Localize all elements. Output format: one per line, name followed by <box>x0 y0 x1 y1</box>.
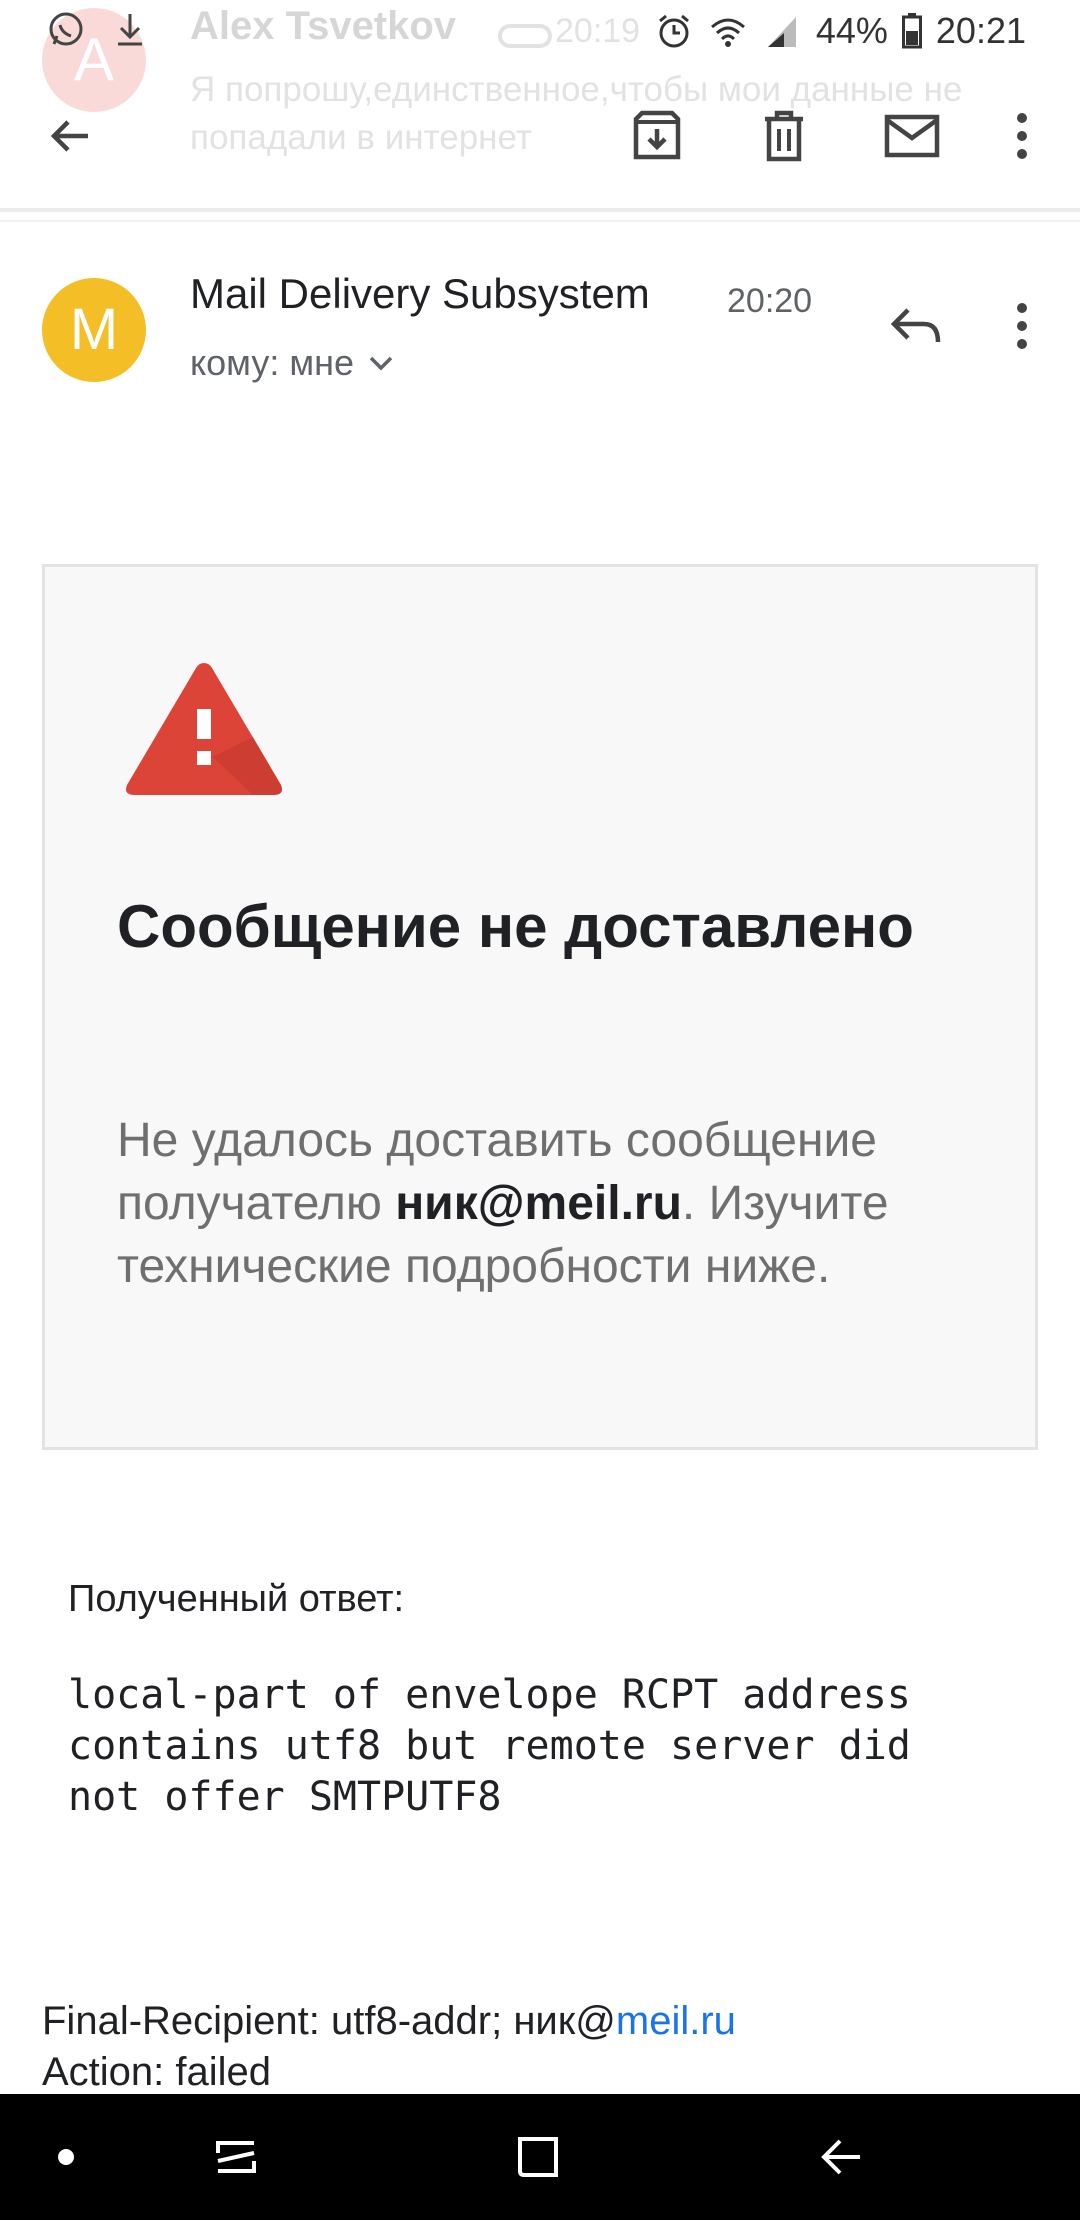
battery-percent: 44% <box>815 10 888 51</box>
final-recipient-line: Final-Recipient: utf8-addr; ник@meil.ru <box>42 1996 736 2047</box>
download-icon <box>118 14 142 46</box>
response-text: local-part of envelope RCPT address cont… <box>68 1672 911 1820</box>
nav-dot-icon <box>58 2149 74 2165</box>
nav-dot-button[interactable] <box>26 2117 106 2197</box>
message-toolbar <box>0 88 1080 184</box>
final-recipient-prefix: Final-Recipient: utf8-addr; ник@ <box>42 1999 616 2043</box>
recipient-label: кому: мне <box>190 342 354 383</box>
battery-icon <box>901 13 922 49</box>
back-arrow-icon <box>50 120 88 152</box>
clock: 20:21 <box>935 10 1026 51</box>
failure-title: Сообщение не доставлено <box>117 893 914 960</box>
reply-icon <box>890 308 941 343</box>
more-vert-icon <box>1017 303 1027 349</box>
archive-icon <box>633 110 681 160</box>
final-recipient-link[interactable]: meil.ru <box>616 1999 736 2043</box>
recents-icon <box>216 2141 256 2173</box>
action-line: Action: failed <box>42 2050 272 2094</box>
delete-icon <box>765 110 803 162</box>
archive-button[interactable] <box>617 88 697 184</box>
home-icon <box>518 2137 558 2177</box>
status-bar: 44% 20:21 <box>0 0 1080 66</box>
response-label: Полученный ответ: <box>68 1578 405 1620</box>
alarm-icon <box>658 14 689 48</box>
back-nav-button[interactable] <box>800 2117 880 2197</box>
home-button[interactable] <box>498 2117 578 2197</box>
wifi-icon <box>710 18 745 47</box>
recipient-details-toggle[interactable]: кому: мне <box>190 342 394 384</box>
more-vert-icon <box>1017 113 1027 159</box>
failure-description: Не удалось доставить сообщение получател… <box>117 1109 997 1298</box>
mark-unread-icon <box>884 114 940 158</box>
reply-button[interactable] <box>880 290 952 362</box>
toolbar-divider <box>0 208 1080 212</box>
delete-button[interactable] <box>744 88 824 184</box>
signal-icon <box>767 17 796 47</box>
whatsapp-icon <box>49 12 83 46</box>
recents-button[interactable] <box>196 2117 276 2197</box>
back-button[interactable] <box>30 88 110 184</box>
more-options-button[interactable] <box>982 88 1062 184</box>
message-more-button[interactable] <box>990 290 1054 362</box>
failed-recipient-address: ник@meil.ru <box>395 1177 682 1230</box>
message-time: 20:20 <box>727 282 813 320</box>
sender-avatar[interactable]: M <box>42 278 146 382</box>
toolbar-divider-secondary <box>0 220 1080 222</box>
chevron-down-icon <box>369 356 393 371</box>
warning-icon <box>126 663 282 795</box>
sender-name: Mail Delivery Subsystem <box>190 270 650 317</box>
back-nav-icon <box>821 2139 860 2175</box>
delivery-status-details: Final-Recipient: utf8-addr; ник@meil.ru … <box>42 1996 736 2098</box>
navigation-bar <box>0 2094 1080 2220</box>
mark-unread-button[interactable] <box>872 88 952 184</box>
delivery-failure-card: Сообщение не доставлено Не удалось доста… <box>42 564 1038 1450</box>
